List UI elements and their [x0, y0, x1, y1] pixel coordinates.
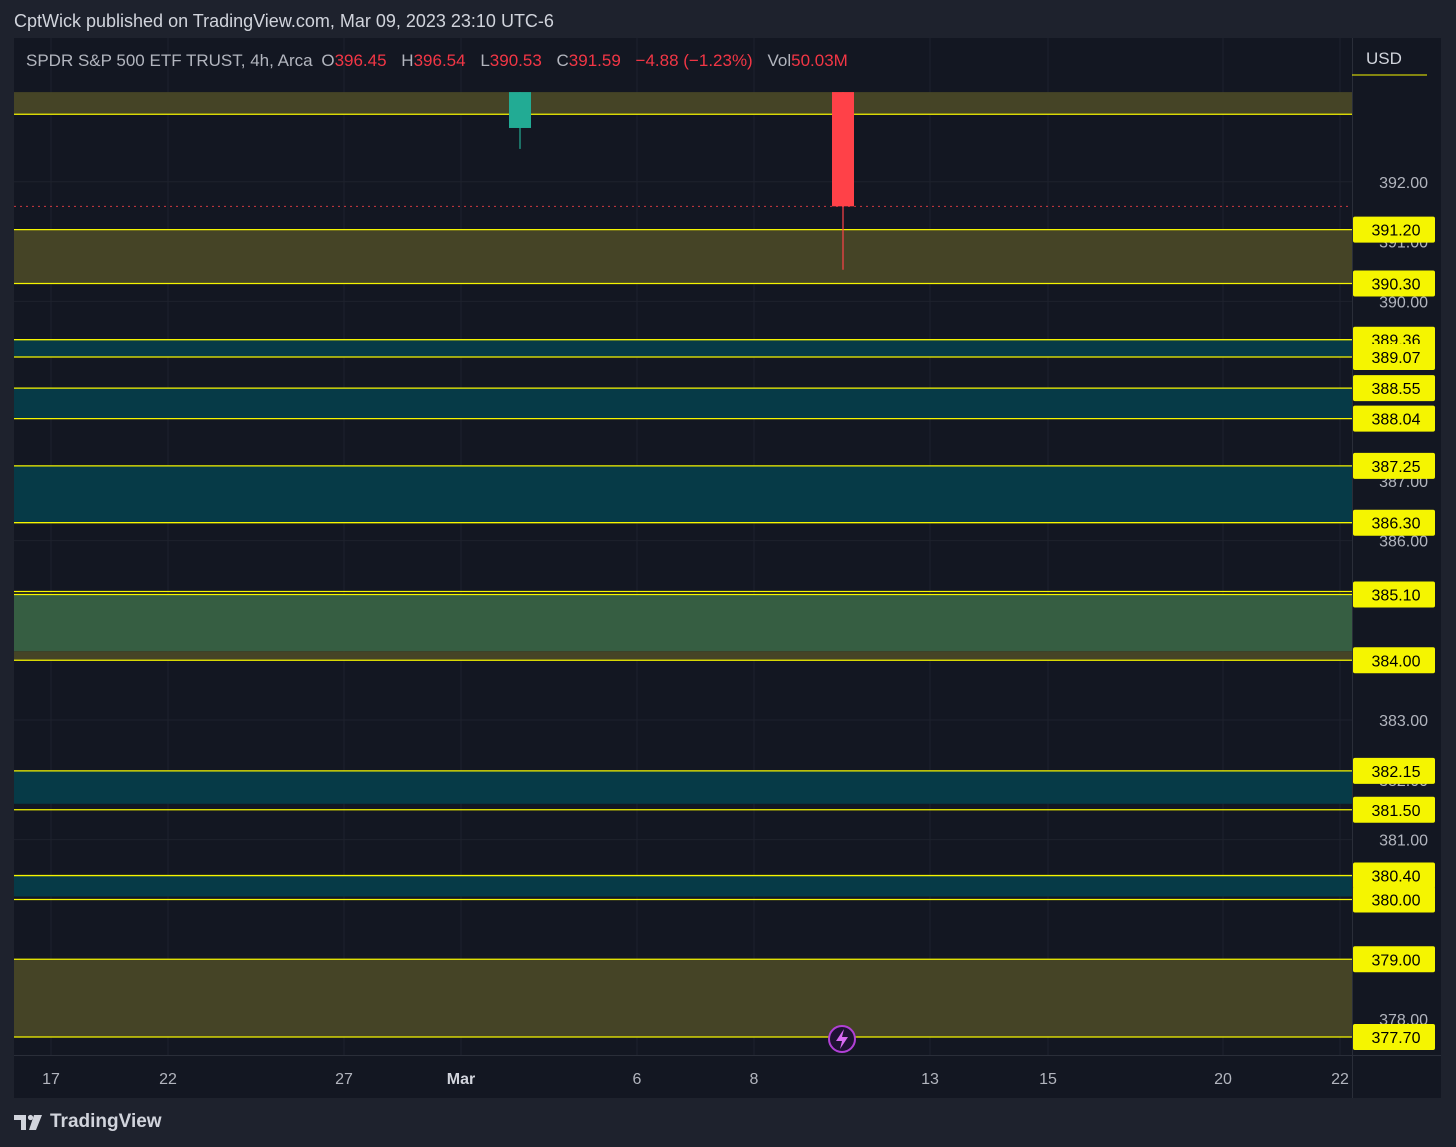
time-axis-tick: 8	[750, 1071, 759, 1088]
volume-key: Vol	[767, 51, 792, 70]
price-axis-tick: 386.00	[1379, 534, 1428, 551]
tradingview-brand[interactable]: TradingView	[14, 1111, 162, 1133]
level-price-tag-label: 388.55	[1372, 381, 1421, 398]
time-axis-tick: 13	[921, 1071, 939, 1088]
candle-body	[832, 92, 854, 207]
tradingview-logo-icon	[14, 1114, 42, 1130]
time-axis-tick: 22	[1331, 1071, 1349, 1088]
zone-teal	[14, 388, 1352, 419]
close-value: 391.59	[568, 51, 621, 70]
level-price-tag-label: 381.50	[1372, 803, 1421, 820]
open-value: 396.45	[334, 51, 387, 70]
level-price-tag-label: 391.20	[1372, 223, 1421, 240]
level-price-tag-label: 389.07	[1372, 350, 1421, 367]
time-axis-tick: 6	[633, 1071, 642, 1088]
time-axis-tick: 15	[1039, 1071, 1057, 1088]
price-chart[interactable]: USD392.00391.00390.00387.00386.00383.003…	[14, 38, 1441, 1098]
high-value: 396.54	[413, 51, 466, 70]
chart-panel[interactable]: USD 392.00 391.00 390.00 387.00 386.00 383.00 3…	[14, 38, 1441, 1098]
change-value: −4.88 (−1.23%)	[635, 51, 753, 70]
time-axis-tick: 17	[42, 1071, 60, 1088]
level-price-tag-label: 379.00	[1372, 952, 1421, 969]
volume-value: 50.03M	[791, 51, 848, 70]
price-axis-tick: 383.00	[1379, 713, 1428, 730]
low-value: 390.53	[489, 51, 542, 70]
open-key: O	[321, 51, 335, 70]
level-price-tag-label: 382.15	[1372, 764, 1421, 781]
symbol-name: SPDR S&P 500 ETF TRUST, 4h, Arca	[26, 51, 313, 70]
level-price-tag-label: 390.30	[1372, 276, 1421, 293]
zone-olive	[14, 92, 1352, 115]
level-price-tag-label: 384.00	[1372, 653, 1421, 670]
zone-green	[14, 594, 1352, 652]
high-key: H	[401, 51, 414, 70]
level-price-tag-label: 387.25	[1372, 459, 1421, 476]
close-key: C	[556, 51, 569, 70]
level-price-tag-label: 380.40	[1372, 869, 1421, 886]
candle-body	[509, 92, 531, 128]
level-price-tag-label: 380.00	[1372, 892, 1421, 909]
time-axis-tick: 27	[335, 1071, 353, 1088]
price-axis-tick: 392.00	[1379, 175, 1428, 192]
symbol-legend: SPDR S&P 500 ETF TRUST, 4h, Arca O396.45…	[26, 51, 858, 71]
time-axis-tick: 22	[159, 1071, 177, 1088]
publisher-caption: CptWick published on TradingView.com, Ma…	[14, 11, 554, 31]
level-price-tag-label: 388.04	[1372, 412, 1421, 429]
zone-olive	[14, 959, 1352, 1038]
brand-name: TradingView	[50, 1111, 162, 1132]
zone-teal	[14, 770, 1352, 804]
zone-teal	[14, 465, 1352, 523]
price-axis-tick: 381.00	[1379, 833, 1428, 850]
zone-olive	[14, 651, 1352, 661]
low-key: L	[480, 51, 490, 70]
level-price-tag-label: 377.70	[1372, 1030, 1421, 1047]
zone-teal	[14, 339, 1352, 358]
level-price-tag-label: 386.30	[1372, 516, 1421, 533]
candle-up[interactable]	[509, 92, 531, 149]
currency-label: USD	[1366, 49, 1402, 68]
price-axis-tick: 390.00	[1379, 294, 1428, 311]
zone-olive	[14, 229, 1352, 284]
lightning-event-icon[interactable]	[828, 1025, 856, 1053]
level-price-tag-label: 385.10	[1372, 587, 1421, 604]
time-axis-tick: Mar	[447, 1071, 475, 1088]
time-axis-tick: 20	[1214, 1071, 1232, 1088]
zone-teal	[14, 875, 1352, 897]
